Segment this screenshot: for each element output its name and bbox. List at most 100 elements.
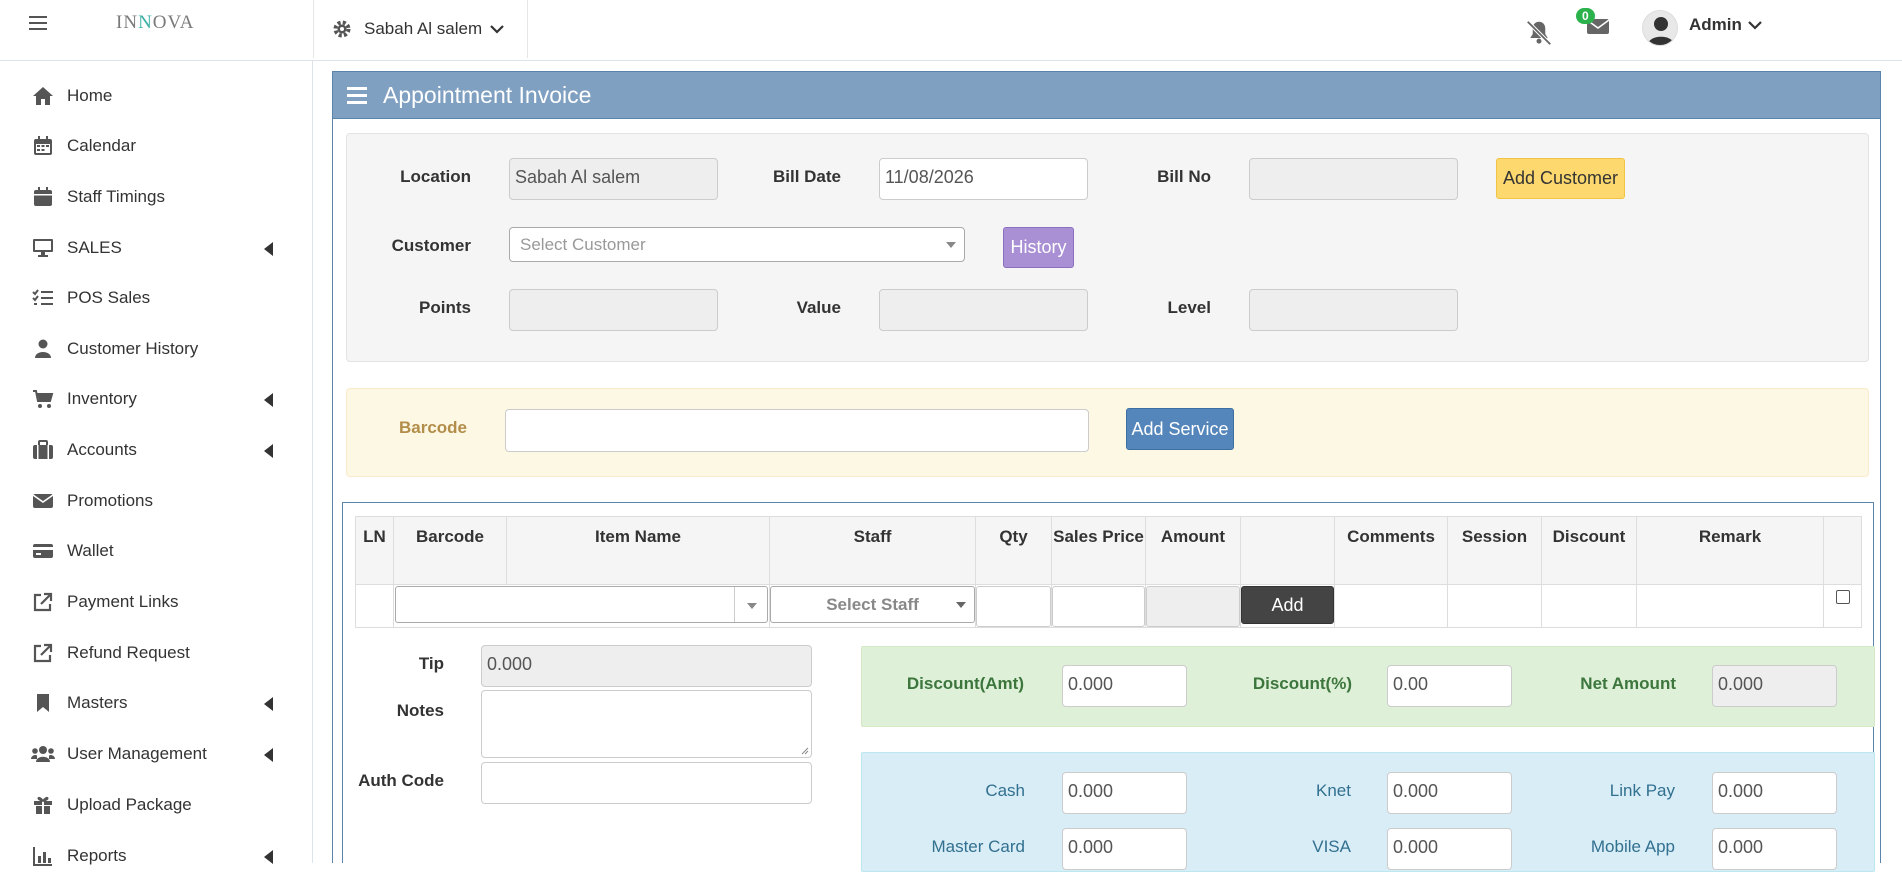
barcode-input[interactable] [505, 409, 1089, 452]
sidebar-item-refund-request[interactable]: Refund Request [0, 628, 313, 678]
link-pay-input[interactable]: 0.000 [1712, 772, 1837, 814]
add-cell: Add [1240, 584, 1335, 628]
column-header: Amount [1145, 516, 1241, 585]
column-header: Discount [1541, 516, 1637, 585]
staff-select[interactable]: Select Staff [770, 586, 975, 623]
sidebar-item-calendar[interactable]: Calendar [0, 121, 313, 171]
caret-left-icon [264, 748, 273, 762]
add-item-button[interactable]: Add [1241, 586, 1334, 624]
location-label: Location [400, 167, 471, 186]
location-selector[interactable]: Sabah Al salem [313, 0, 528, 58]
tip-field: 0.000 [481, 645, 812, 687]
sidebar-item-sales[interactable]: SALES [0, 223, 313, 273]
home-icon [31, 85, 55, 107]
sidebar-item-upload-package[interactable]: Upload Package [0, 780, 313, 830]
sidebar-item-promotions[interactable]: Promotions [0, 476, 313, 526]
bill-no-field [1249, 158, 1458, 200]
caret-left-icon [264, 444, 273, 458]
sidebar-item-pos-sales[interactable]: POS Sales [0, 273, 313, 323]
bill-date-field[interactable]: 11/08/2026 [879, 158, 1088, 200]
notes-textarea[interactable] [481, 690, 812, 758]
sidebar-item-reports[interactable]: Reports [0, 831, 313, 881]
desktop-icon [31, 237, 55, 259]
knet-label: Knet [1316, 781, 1351, 800]
bill-no-label: Bill No [1157, 167, 1211, 186]
location-selector-label: Sabah Al salem [364, 19, 483, 38]
sales-price-input[interactable] [1052, 586, 1145, 627]
sidebar-item-home[interactable]: Home [0, 71, 313, 121]
sidebar-item-label: Wallet [67, 541, 114, 560]
list-check-icon [31, 287, 55, 309]
points-label: Points [419, 298, 471, 317]
sidebar-item-label: SALES [67, 238, 122, 257]
sidebar: Home Calendar Staff Timings SALES POS Sa… [0, 61, 313, 866]
bars-icon[interactable] [347, 86, 367, 104]
mobile-app-input[interactable]: 0.000 [1712, 828, 1837, 870]
sidebar-item-accounts[interactable]: Accounts [0, 425, 313, 475]
column-header: Item Name [506, 516, 770, 585]
column-header: LN [355, 516, 394, 585]
select-cell [1823, 584, 1862, 628]
gear-icon [333, 20, 351, 38]
value-field [879, 289, 1088, 331]
qty-input[interactable] [976, 586, 1051, 627]
table-header-row: LN Barcode Item Name Staff Qty Sales Pri… [355, 516, 1862, 585]
discount-cell [1541, 584, 1637, 628]
discount-amt-input[interactable]: 0.000 [1062, 665, 1187, 707]
caret-left-icon [264, 850, 273, 864]
sidebar-item-user-management[interactable]: User Management [0, 729, 313, 779]
sidebar-item-label: Home [67, 86, 113, 105]
ln-cell [355, 584, 394, 628]
points-field [509, 289, 718, 331]
external-link-icon [31, 591, 55, 613]
user-menu[interactable]: Admin [1689, 15, 1762, 35]
avatar[interactable] [1642, 10, 1678, 46]
remark-cell [1636, 584, 1824, 628]
value-label: Value [796, 298, 841, 317]
visa-label: VISA [1312, 837, 1351, 856]
row-checkbox[interactable] [1836, 590, 1850, 604]
bookmark-icon [31, 692, 55, 714]
bell-slash-icon[interactable] [1524, 13, 1554, 53]
amount-cell [1145, 584, 1241, 628]
customer-select[interactable]: Select Customer [509, 227, 965, 262]
master-card-input[interactable]: 0.000 [1062, 828, 1187, 870]
calendar-check-icon [31, 186, 55, 208]
session-cell [1447, 584, 1542, 628]
sidebar-item-label: Inventory [67, 389, 137, 408]
top-navbar: INNOVA Sabah Al salem 0 Admin [0, 0, 1902, 61]
history-button[interactable]: History [1003, 227, 1074, 268]
sales-price-cell [1051, 584, 1146, 628]
discount-pct-label: Discount(%) [1252, 674, 1352, 693]
mobile-app-label: Mobile App [1590, 837, 1675, 856]
column-header: Comments [1334, 516, 1448, 585]
staff-select-cell: Select Staff [769, 584, 976, 628]
visa-input[interactable]: 0.000 [1387, 828, 1512, 870]
sidebar-item-wallet[interactable]: Wallet [0, 526, 313, 576]
sidebar-item-payment-links[interactable]: Payment Links [0, 577, 313, 627]
level-label: Level [1167, 298, 1211, 317]
gift-icon [31, 794, 55, 816]
add-customer-button[interactable]: Add Customer [1496, 158, 1625, 199]
caret-left-icon [264, 697, 273, 711]
customer-label: Customer [391, 236, 471, 255]
auth-code-input[interactable] [481, 762, 812, 804]
chevron-down-icon [956, 602, 966, 608]
sidebar-item-label: Promotions [67, 491, 153, 510]
location-field: Sabah Al salem [509, 158, 718, 200]
knet-input[interactable]: 0.000 [1387, 772, 1512, 814]
caret-left-icon [264, 393, 273, 407]
item-select[interactable] [395, 586, 768, 623]
cash-input[interactable]: 0.000 [1062, 772, 1187, 814]
discount-pct-input[interactable]: 0.00 [1387, 665, 1512, 707]
column-header [1240, 516, 1335, 585]
sidebar-item-staff-timings[interactable]: Staff Timings [0, 172, 313, 222]
sidebar-toggle-icon[interactable] [29, 16, 47, 32]
sidebar-item-customer-history[interactable]: Customer History [0, 324, 313, 374]
column-header: Barcode [393, 516, 507, 585]
add-service-button[interactable]: Add Service [1126, 408, 1234, 450]
bar-chart-icon [31, 845, 55, 867]
sidebar-item-masters[interactable]: Masters [0, 678, 313, 728]
sidebar-item-label: POS Sales [67, 288, 151, 307]
sidebar-item-inventory[interactable]: Inventory [0, 374, 313, 424]
